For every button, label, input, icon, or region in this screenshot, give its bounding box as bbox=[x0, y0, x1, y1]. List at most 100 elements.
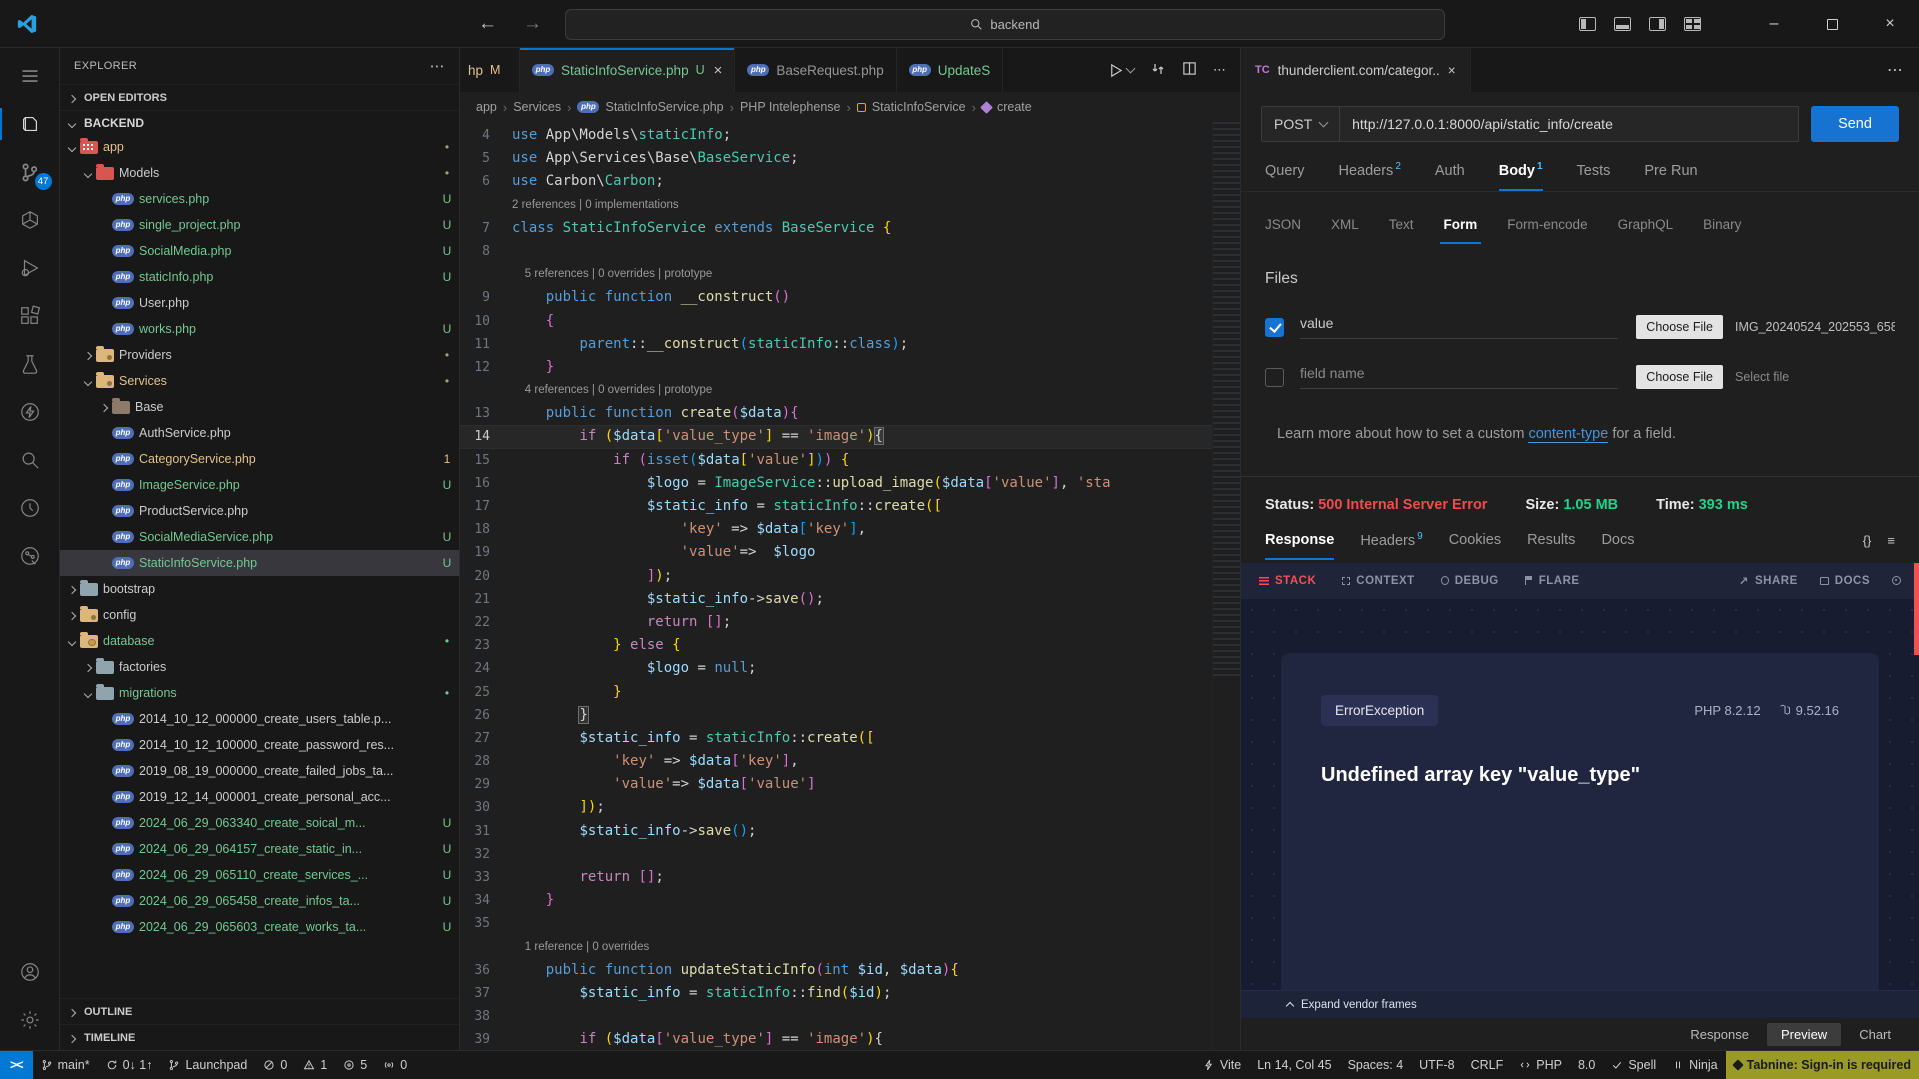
workspace-root[interactable]: BACKEND bbox=[60, 110, 459, 134]
view-switch-response[interactable]: Response bbox=[1676, 1023, 1763, 1046]
tree-folder-database[interactable]: database• bbox=[60, 628, 459, 654]
breadcrumb[interactable]: app›Services›phpStaticInfoService.php›PH… bbox=[460, 92, 1240, 122]
status-encoding[interactable]: UTF-8 bbox=[1411, 1051, 1462, 1079]
ignition-settings-gear-icon[interactable] bbox=[1892, 576, 1901, 585]
response-tab-docs[interactable]: Docs bbox=[1601, 532, 1634, 550]
account-icon[interactable] bbox=[0, 948, 60, 996]
body-type-tab-xml[interactable]: XML bbox=[1331, 217, 1359, 232]
response-tab-response[interactable]: Response bbox=[1265, 532, 1334, 550]
status-vite[interactable]: Vite bbox=[1195, 1051, 1249, 1079]
toggle-panel-icon[interactable] bbox=[1614, 17, 1631, 31]
sidebar-item-profile-runner[interactable] bbox=[0, 484, 60, 532]
body-type-tab-graphql[interactable]: GraphQL bbox=[1618, 217, 1674, 232]
tree-file-2024-06-29-063340-create-soical-m[interactable]: php2024_06_29_063340_create_soical_m...U bbox=[60, 810, 459, 836]
sidebar-item-git-graph[interactable] bbox=[0, 532, 60, 580]
status-warnings[interactable]: 1 bbox=[295, 1051, 335, 1079]
filter-lines-icon[interactable]: ≡ bbox=[1887, 533, 1895, 548]
breadcrumb-item-staticinfoservice[interactable]: StaticInfoService bbox=[872, 100, 966, 114]
tree-file-2014-10-12-000000-create-users-table-p[interactable]: php2014_10_12_000000_create_users_table.… bbox=[60, 706, 459, 732]
sidebar-item-run-debug[interactable] bbox=[0, 244, 60, 292]
editor-tab-hp[interactable]: hpM bbox=[460, 48, 520, 92]
request-tab-tests[interactable]: Tests bbox=[1577, 163, 1611, 181]
status-eol[interactable]: CRLF bbox=[1463, 1051, 1512, 1079]
explorer-more-actions-icon[interactable]: ⋯ bbox=[430, 57, 445, 75]
status-php-version[interactable]: 8.0 bbox=[1570, 1051, 1603, 1079]
status-git-sync[interactable]: 0↓ 1↑ bbox=[98, 1051, 161, 1079]
body-type-tab-form[interactable]: Form bbox=[1444, 217, 1478, 232]
minimize-button[interactable]: – bbox=[1745, 0, 1803, 48]
tree-file-socialmediaservice-php[interactable]: phpSocialMediaService.phpU bbox=[60, 524, 459, 550]
customize-layout-icon[interactable] bbox=[1684, 17, 1701, 31]
checkbox-checked[interactable] bbox=[1265, 318, 1284, 337]
tree-file-2019-12-14-000001-create-personal-acc[interactable]: php2019_12_14_000001_create_personal_acc… bbox=[60, 784, 459, 810]
ignition-tab-debug[interactable]: DEBUG bbox=[1441, 575, 1499, 587]
tree-file-categoryservice-php[interactable]: phpCategoryService.php1 bbox=[60, 446, 459, 472]
minimap[interactable] bbox=[1212, 122, 1240, 1050]
status-ninja[interactable]: Ninja bbox=[1664, 1051, 1726, 1079]
thunder-client-tab[interactable]: TC thunderclient.com/categor.. × bbox=[1241, 48, 1471, 92]
ignition-action-share[interactable]: ↗SHARE bbox=[1739, 574, 1798, 588]
tree-folder-bootstrap[interactable]: bootstrap bbox=[60, 576, 459, 602]
status-indentation[interactable]: Spaces: 4 bbox=[1340, 1051, 1412, 1079]
response-tab-cookies[interactable]: Cookies bbox=[1449, 532, 1501, 550]
expand-vendor-frames[interactable]: Expand vendor frames bbox=[1241, 990, 1919, 1018]
request-tab-pre-run[interactable]: Pre Run bbox=[1644, 163, 1697, 181]
response-tab-results[interactable]: Results bbox=[1527, 532, 1575, 550]
sidebar-item-extensions[interactable] bbox=[0, 292, 60, 340]
sidebar-item-explorer[interactable] bbox=[0, 100, 60, 148]
tree-folder-migrations[interactable]: migrations• bbox=[60, 680, 459, 706]
open-editors-section[interactable]: OPEN EDITORS bbox=[60, 84, 459, 110]
close-button[interactable]: × bbox=[1861, 0, 1919, 48]
format-braces-icon[interactable]: {} bbox=[1863, 533, 1872, 548]
nav-forward-button[interactable]: → bbox=[523, 13, 542, 35]
panel-more-actions-icon[interactable]: ⋯ bbox=[1871, 48, 1919, 92]
status-remote-indicator[interactable]: >< bbox=[0, 1051, 33, 1079]
checkbox-unchecked[interactable] bbox=[1265, 368, 1284, 387]
response-tab-headers[interactable]: Headers9 bbox=[1360, 531, 1422, 551]
editor-tab-baserequest-php[interactable]: phpBaseRequest.php bbox=[735, 48, 896, 92]
tree-file-2024-06-29-065603-create-works-ta[interactable]: php2024_06_29_065603_create_works_ta...U bbox=[60, 914, 459, 940]
tree-file-services-php[interactable]: phpservices.phpU bbox=[60, 186, 459, 212]
breadcrumb-item-services[interactable]: Services bbox=[513, 100, 561, 114]
sidebar-item-package[interactable] bbox=[0, 196, 60, 244]
scrollbar-error-marker[interactable] bbox=[1914, 563, 1919, 655]
toggle-sidebar-icon[interactable] bbox=[1579, 17, 1596, 31]
view-switch-preview[interactable]: Preview bbox=[1767, 1023, 1841, 1046]
request-tab-body[interactable]: Body1 bbox=[1499, 161, 1543, 181]
breadcrumb-item-staticinfoservice-php[interactable]: StaticInfoService.php bbox=[605, 100, 723, 114]
editor-tab-updates[interactable]: phpUpdateS bbox=[897, 48, 1004, 92]
tree-folder-models[interactable]: Models• bbox=[60, 160, 459, 186]
status-launchpad[interactable]: Launchpad bbox=[160, 1051, 255, 1079]
tree-file-2024-06-29-064157-create-static-in[interactable]: php2024_06_29_064157_create_static_in...… bbox=[60, 836, 459, 862]
ignition-action-docs[interactable]: DOCS bbox=[1820, 575, 1870, 587]
status-cursor-position[interactable]: Ln 14, Col 45 bbox=[1249, 1051, 1339, 1079]
method-select[interactable]: POST bbox=[1262, 107, 1340, 141]
breadcrumb-item-app[interactable]: app bbox=[476, 100, 497, 114]
body-type-tab-form-encode[interactable]: Form-encode bbox=[1507, 217, 1587, 232]
ignition-tab-stack[interactable]: STACK bbox=[1259, 575, 1316, 587]
view-switch-chart[interactable]: Chart bbox=[1845, 1023, 1905, 1046]
tree-file-2014-10-12-100000-create-password-res[interactable]: php2014_10_12_100000_create_password_res… bbox=[60, 732, 459, 758]
tree-file-socialmedia-php[interactable]: phpSocialMedia.phpU bbox=[60, 238, 459, 264]
editor-tab-staticinfoservice-php[interactable]: phpStaticInfoService.phpU× bbox=[520, 48, 735, 92]
ignition-tab-flare[interactable]: FLARE bbox=[1525, 575, 1580, 587]
timeline-section[interactable]: TIMELINE bbox=[60, 1024, 459, 1050]
tree-file-2019-08-19-000000-create-failed-jobs-ta[interactable]: php2019_08_19_000000_create_failed_jobs_… bbox=[60, 758, 459, 784]
status-spell[interactable]: Spell bbox=[1603, 1051, 1664, 1079]
status-ports[interactable]: 5 bbox=[335, 1051, 375, 1079]
tree-folder-config[interactable]: config bbox=[60, 602, 459, 628]
tree-file-2024-06-29-065110-create-services[interactable]: php2024_06_29_065110_create_services_...… bbox=[60, 862, 459, 888]
tree-file-imageservice-php[interactable]: phpImageService.phpU bbox=[60, 472, 459, 498]
body-type-tab-binary[interactable]: Binary bbox=[1703, 217, 1741, 232]
url-input[interactable]: http://127.0.0.1:8000/api/static_info/cr… bbox=[1340, 116, 1625, 132]
tree-folder-services[interactable]: Services• bbox=[60, 368, 459, 394]
sidebar-item-thunder-client[interactable] bbox=[0, 388, 60, 436]
command-center-search[interactable]: backend bbox=[565, 9, 1445, 40]
request-tab-query[interactable]: Query bbox=[1265, 163, 1305, 181]
tree-file-single-project-php[interactable]: phpsingle_project.phpU bbox=[60, 212, 459, 238]
close-icon[interactable]: × bbox=[714, 62, 723, 79]
outline-section[interactable]: OUTLINE bbox=[60, 998, 459, 1024]
breadcrumb-item-create[interactable]: create bbox=[997, 100, 1032, 114]
tree-file-2024-06-29-065458-create-infos-ta[interactable]: php2024_06_29_065458_create_infos_ta...U bbox=[60, 888, 459, 914]
code-editor[interactable]: 4use App\Models\staticInfo;5use App\Serv… bbox=[460, 122, 1212, 1050]
